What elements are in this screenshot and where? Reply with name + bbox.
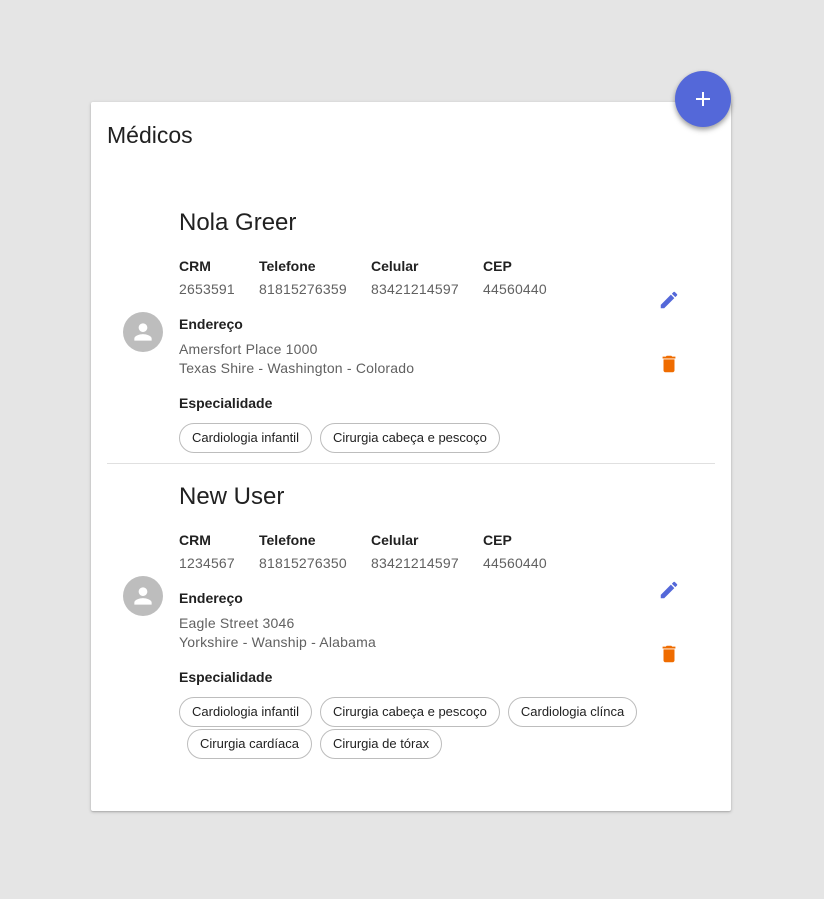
especialidade-chips: Cardiologia infantil Cirurgia cabeça e p…	[179, 423, 659, 455]
crm-label: CRM	[179, 258, 211, 274]
especialidade-chips: Cardiologia infantil Cirurgia cabeça e p…	[179, 697, 655, 761]
specialty-chip[interactable]: Cirurgia de tórax	[320, 729, 443, 759]
celular-value: 83421214597	[371, 281, 459, 297]
crm-field: CRM 1234567	[179, 531, 235, 573]
endereco-line2: Texas Shire - Washington - Colorado	[179, 360, 415, 376]
specialty-chip[interactable]: Cirurgia cabeça e pescoço	[319, 697, 500, 727]
telefone-value: 81815276350	[259, 555, 347, 571]
celular-label: Celular	[371, 532, 419, 548]
edit-button[interactable]	[655, 576, 683, 604]
telefone-value: 81815276359	[259, 281, 347, 297]
endereco-field: Endereço Eagle Street 3046 Yorkshire - W…	[179, 589, 376, 652]
edit-button[interactable]	[655, 286, 683, 314]
especialidade-field: Especialidade	[179, 394, 272, 412]
specialty-chip[interactable]: Cirurgia cardíaca	[187, 729, 312, 759]
plus-icon	[696, 92, 710, 106]
crm-value: 2653591	[179, 281, 235, 297]
trash-icon	[662, 645, 676, 663]
especialidade-label: Especialidade	[179, 669, 273, 685]
specialty-chip[interactable]: Cirurgia cabeça e pescoço	[319, 423, 500, 453]
person-icon	[134, 323, 152, 341]
endereco-line2: Yorkshire - Wanship - Alabama	[179, 634, 376, 650]
celular-value: 83421214597	[371, 555, 459, 571]
cep-label: CEP	[483, 258, 512, 274]
person-icon	[134, 587, 152, 605]
delete-button[interactable]	[655, 640, 683, 668]
celular-field: Celular 83421214597	[371, 257, 459, 299]
specialty-chip[interactable]: Cardiologia infantil	[179, 423, 312, 453]
doctor-list-item: Nola Greer CRM 2653591 Telefone 81815276…	[107, 190, 715, 464]
especialidade-field: Especialidade	[179, 668, 272, 686]
trash-icon	[662, 355, 676, 373]
telefone-label: Telefone	[259, 532, 316, 548]
avatar	[123, 312, 163, 352]
telefone-field: Telefone 81815276350	[259, 531, 347, 573]
cep-field: CEP 44560440	[483, 531, 547, 573]
celular-label: Celular	[371, 258, 419, 274]
endereco-line1: Eagle Street 3046	[179, 615, 295, 631]
cep-value: 44560440	[483, 281, 547, 297]
doctor-name: New User	[179, 483, 285, 510]
avatar	[123, 576, 163, 616]
pencil-icon	[660, 291, 678, 309]
crm-label: CRM	[179, 532, 211, 548]
doctor-name: Nola Greer	[179, 209, 297, 236]
especialidade-label: Especialidade	[179, 395, 273, 411]
page-title: Médicos	[107, 122, 193, 148]
endereco-label: Endereço	[179, 590, 243, 606]
telefone-label: Telefone	[259, 258, 316, 274]
specialty-chip[interactable]: Cardiologia infantil	[179, 697, 312, 727]
endereco-line1: Amersfort Place 1000	[179, 341, 318, 357]
endereco-field: Endereço Amersfort Place 1000 Texas Shir…	[179, 315, 414, 378]
telefone-field: Telefone 81815276359	[259, 257, 347, 299]
cep-value: 44560440	[483, 555, 547, 571]
doctor-list-item: New User CRM 1234567 Telefone 8181527635…	[107, 464, 715, 784]
endereco-label: Endereço	[179, 316, 243, 332]
cep-field: CEP 44560440	[483, 257, 547, 299]
specialty-chip[interactable]: Cardiologia clínca	[507, 697, 638, 727]
doctors-card: Médicos Nola Greer CRM 2653591 Telefone …	[91, 102, 731, 811]
cep-label: CEP	[483, 532, 512, 548]
crm-field: CRM 2653591	[179, 257, 235, 299]
celular-field: Celular 83421214597	[371, 531, 459, 573]
crm-value: 1234567	[179, 555, 235, 571]
delete-button[interactable]	[655, 350, 683, 378]
pencil-icon	[660, 581, 678, 599]
add-doctor-button[interactable]	[675, 71, 731, 127]
